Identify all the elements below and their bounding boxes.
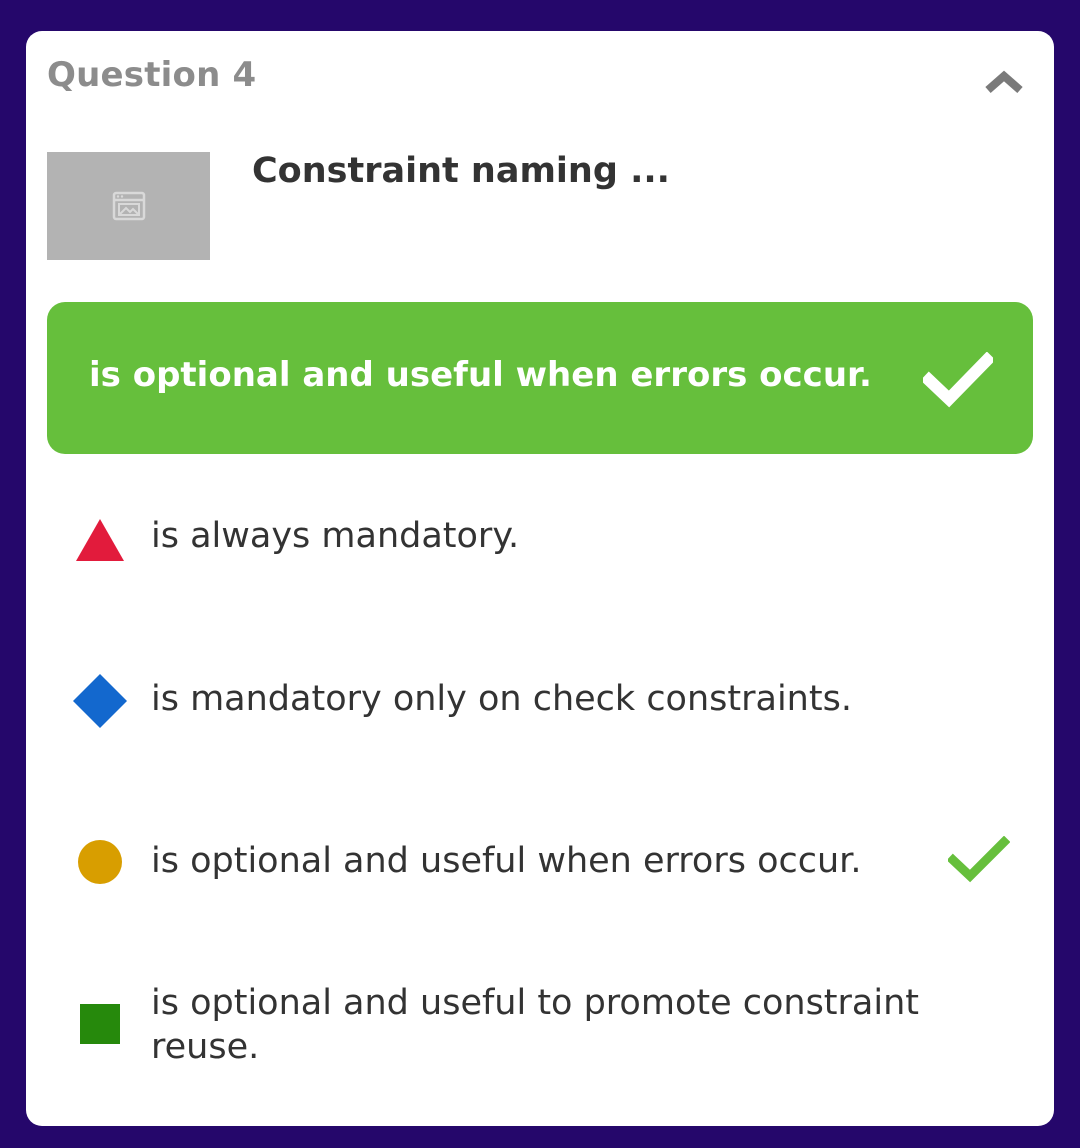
circle-icon bbox=[71, 833, 129, 891]
chevron-up-icon bbox=[985, 70, 1023, 94]
answer-option-label: is optional and useful to promote constr… bbox=[151, 983, 920, 1067]
question-card: Question 4 Constraint naming ... is opti… bbox=[26, 31, 1054, 1126]
answer-option-2[interactable]: is mandatory only on check constraints. bbox=[26, 667, 1054, 737]
check-icon bbox=[923, 352, 993, 408]
correct-answer-banner: is optional and useful when errors occur… bbox=[47, 302, 1033, 454]
square-icon bbox=[71, 995, 129, 1053]
question-header: Question 4 bbox=[47, 55, 257, 95]
answer-option-label: is always mandatory. bbox=[151, 516, 520, 556]
triangle-icon bbox=[71, 511, 129, 569]
image-placeholder-icon bbox=[112, 191, 145, 221]
answer-option-3[interactable]: is optional and useful when errors occur… bbox=[26, 831, 1054, 901]
answer-option-4[interactable]: is optional and useful to promote constr… bbox=[26, 981, 1054, 1081]
answer-option-label: is mandatory only on check constraints. bbox=[151, 679, 852, 719]
question-image-placeholder bbox=[47, 152, 210, 260]
answer-option-label: is optional and useful when errors occur… bbox=[151, 841, 862, 881]
diamond-icon bbox=[71, 672, 129, 730]
collapse-button[interactable] bbox=[978, 59, 1030, 103]
correct-check-icon bbox=[948, 836, 1010, 883]
answer-option-1[interactable]: is always mandatory. bbox=[26, 504, 1054, 574]
correct-answer-text: is optional and useful when errors occur… bbox=[89, 355, 872, 395]
question-text: Constraint naming ... bbox=[252, 151, 670, 191]
